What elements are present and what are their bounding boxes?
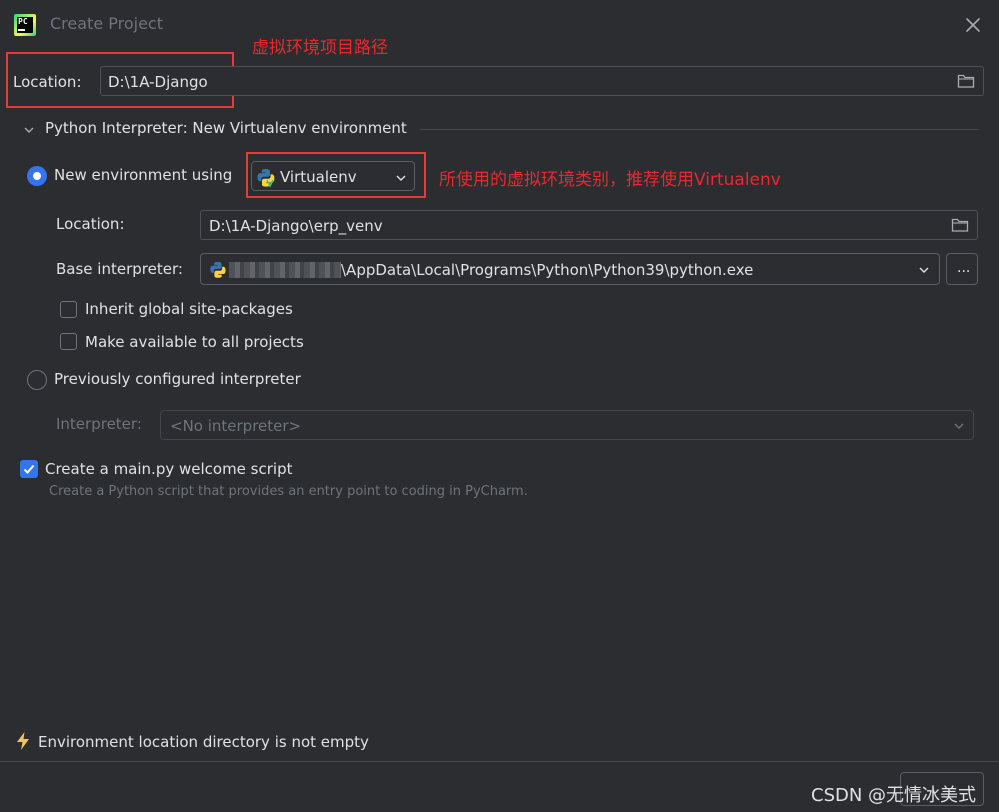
chevron-down-icon (919, 267, 929, 273)
make-available-label: Make available to all projects (85, 333, 304, 351)
redacted-path-segment (229, 262, 341, 278)
browse-button-label: ... (957, 260, 971, 276)
welcome-script-label: Create a main.py welcome script (45, 460, 293, 478)
interpreter-section-title[interactable]: Python Interpreter: New Virtualenv envir… (45, 119, 407, 137)
location-field[interactable]: D:\1A-Django (100, 66, 984, 96)
section-divider (420, 129, 979, 130)
python-virtualenv-icon (257, 169, 275, 188)
close-icon (966, 18, 980, 32)
warning-text: Environment location directory is not em… (38, 733, 369, 751)
lightning-warning-icon (17, 732, 29, 750)
chevron-down-icon (954, 423, 964, 429)
annotation-project-path: 虚拟环境项目路径 (252, 38, 388, 58)
base-interpreter-value: \AppData\Local\Programs\Python\Python39\… (341, 261, 754, 279)
window-title: Create Project (50, 14, 163, 33)
venv-location-value: D:\1A-Django\erp_venv (209, 217, 383, 235)
base-interpreter-dropdown[interactable]: \AppData\Local\Programs\Python\Python39\… (200, 253, 940, 285)
previous-interpreter-label: Previously configured interpreter (54, 370, 301, 388)
footer-divider (0, 761, 999, 762)
new-environment-label: New environment using (54, 166, 233, 184)
close-button[interactable] (960, 12, 986, 38)
interpreter-label: Interpreter: (56, 415, 142, 433)
welcome-script-hint: Create a Python script that provides an … (49, 484, 528, 499)
venv-location-field[interactable]: D:\1A-Django\erp_venv (200, 210, 978, 240)
chevron-down-icon (396, 175, 406, 181)
folder-icon[interactable] (957, 73, 975, 89)
browse-interpreter-button[interactable]: ... (946, 253, 978, 285)
python-icon (210, 261, 226, 278)
environment-type-dropdown[interactable]: Virtualenv (251, 161, 415, 191)
csdn-watermark: CSDN @无情冰美式 (811, 785, 977, 806)
environment-type-value: Virtualenv (280, 168, 357, 186)
location-label: Location: (13, 73, 82, 91)
new-environment-radio[interactable] (27, 166, 47, 186)
location-value: D:\1A-Django (108, 73, 208, 91)
annotation-env-type: 所使用的虚拟环境类别，推荐使用Virtualenv (439, 170, 781, 190)
make-available-checkbox[interactable] (60, 333, 77, 350)
folder-icon[interactable] (951, 217, 969, 233)
inherit-packages-label: Inherit global site-packages (85, 300, 293, 318)
checkmark-icon (23, 464, 35, 474)
inherit-packages-checkbox[interactable] (60, 301, 77, 318)
venv-location-label: Location: (56, 215, 125, 233)
base-interpreter-label: Base interpreter: (56, 260, 183, 278)
chevron-down-icon[interactable] (22, 123, 36, 137)
pycharm-logo-icon: PC (14, 14, 36, 36)
interpreter-value: <No interpreter> (170, 417, 302, 435)
logo-text: PC (18, 17, 28, 26)
welcome-script-checkbox[interactable] (20, 460, 38, 478)
interpreter-dropdown[interactable]: <No interpreter> (160, 410, 974, 440)
previous-interpreter-radio[interactable] (27, 370, 47, 390)
